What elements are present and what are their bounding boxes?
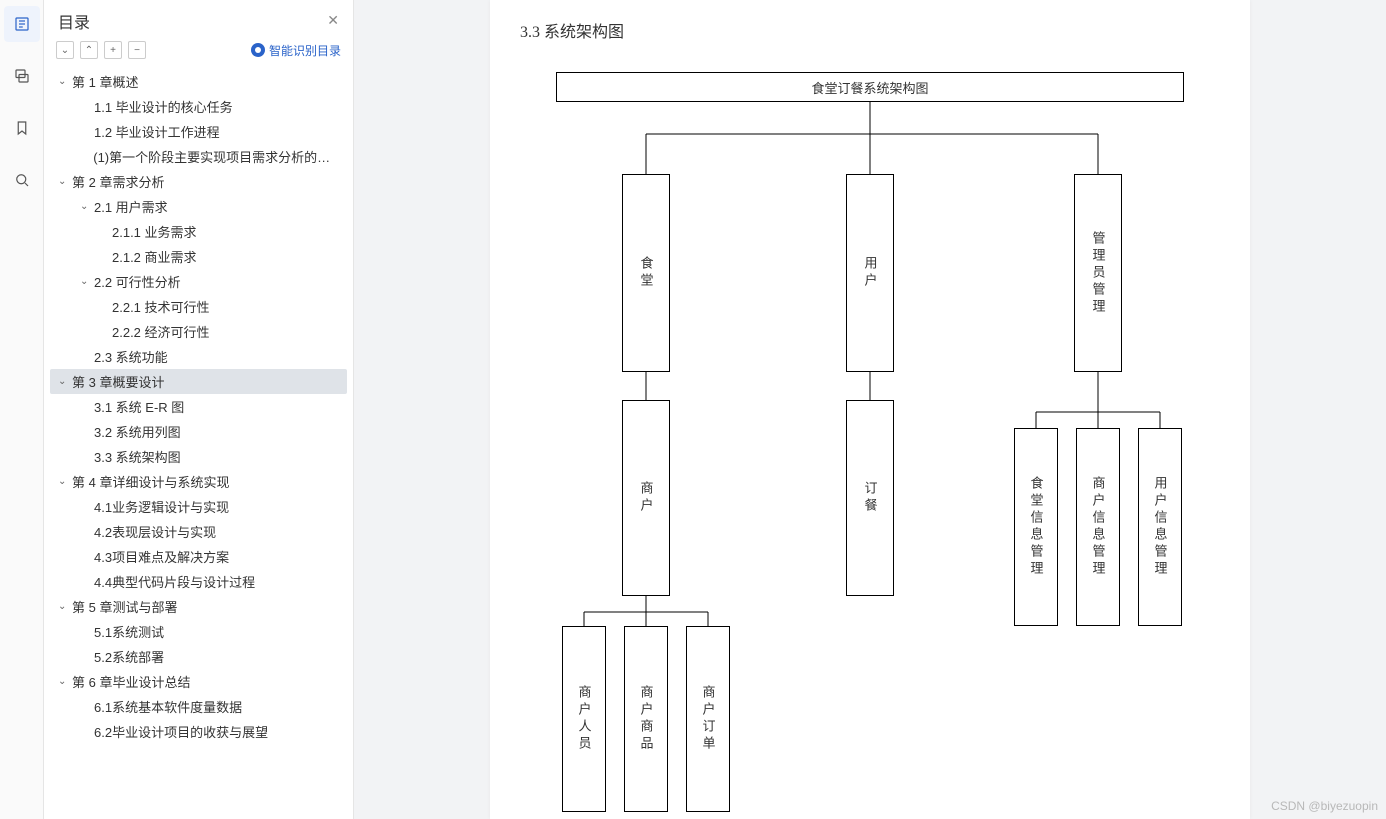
toc-item-label: 4.1业务逻辑设计与实现 (94, 497, 229, 516)
diagram-merchant-leaf-2: 商户商品 (624, 626, 668, 812)
toc-item[interactable]: 3.2 系统用列图 (50, 419, 347, 444)
diagram-admin-leaf-1: 食堂信息管理 (1014, 428, 1058, 626)
tool-rail (0, 0, 44, 819)
diagram-order: 订餐 (846, 400, 894, 596)
diagram-root: 食堂订餐系统架构图 (556, 72, 1184, 102)
toc-item-label: 1.1 毕业设计的核心任务 (94, 97, 233, 116)
toc-item-label: 2.1 用户需求 (94, 197, 168, 216)
toc-item[interactable]: (1)第一个阶段主要实现项目需求分析的编写 ... (50, 144, 347, 169)
document-area[interactable]: 3.3 系统架构图 (354, 0, 1386, 819)
toc-item-label: 2.2.2 经济可行性 (112, 322, 210, 341)
toc-item-label: 2.2.1 技术可行性 (112, 297, 210, 316)
bookmark-icon[interactable] (4, 110, 40, 146)
toc-item-label: 3.1 系统 E-R 图 (94, 397, 184, 416)
toc-item-label: 5.1系统测试 (94, 622, 164, 641)
toc-item[interactable]: ⌄第 2 章需求分析 (50, 169, 347, 194)
diagram-admin: 管理员管理 (1074, 174, 1122, 372)
toc-item-label: 3.2 系统用列图 (94, 422, 181, 441)
chevron-down-icon[interactable]: ⌄ (80, 201, 92, 212)
expand-button[interactable]: + (104, 41, 122, 59)
toc-item[interactable]: 6.2毕业设计项目的收获与展望 (50, 719, 347, 744)
expand-all-button[interactable]: ⌃ (80, 41, 98, 59)
toc-item-label: (1)第一个阶段主要实现项目需求分析的编写 ... (93, 147, 341, 166)
toc-item-label: 2.1.1 业务需求 (112, 222, 197, 241)
toc-item-label: 3.3 系统架构图 (94, 447, 181, 466)
chevron-down-icon[interactable]: ⌄ (58, 376, 70, 387)
toc-item[interactable]: ⌄第 4 章详细设计与系统实现 (50, 469, 347, 494)
collapse-all-button[interactable]: ⌄ (56, 41, 74, 59)
toc-item-label: 4.2表现层设计与实现 (94, 522, 216, 541)
toc-item[interactable]: ⌄第 6 章毕业设计总结 (50, 669, 347, 694)
diagram-canteen: 食堂 (622, 174, 670, 372)
toc-tree[interactable]: ⌄第 1 章概述1.1 毕业设计的核心任务1.2 毕业设计工作进程(1)第一个阶… (44, 67, 353, 819)
diagram-merchant-leaf-1: 商户人员 (562, 626, 606, 812)
ai-icon (251, 43, 265, 57)
toc-item[interactable]: ⌄第 5 章测试与部署 (50, 594, 347, 619)
search-icon[interactable] (4, 162, 40, 198)
toc-item[interactable]: 2.1.1 业务需求 (50, 219, 347, 244)
smart-recognize-link[interactable]: 智能识别目录 (251, 42, 341, 59)
diagram-merchant: 商户 (622, 400, 670, 596)
watermark: CSDN @biyezuopin (1271, 799, 1378, 813)
thumbnails-icon[interactable] (4, 58, 40, 94)
toc-item-label: 第 2 章需求分析 (72, 172, 164, 191)
toc-item-label: 6.2毕业设计项目的收获与展望 (94, 722, 268, 741)
toc-toolbar: ⌄ ⌃ + − 智能识别目录 (44, 37, 353, 67)
outline-icon[interactable] (4, 6, 40, 42)
toc-item[interactable]: 4.3项目难点及解决方案 (50, 544, 347, 569)
toc-panel: 目录 ✕ ⌄ ⌃ + − 智能识别目录 ⌄第 1 章概述1.1 毕业设计的核心任… (44, 0, 354, 819)
toc-item-label: 第 3 章概要设计 (72, 372, 164, 391)
toc-item[interactable]: 3.1 系统 E-R 图 (50, 394, 347, 419)
diagram-user: 用户 (846, 174, 894, 372)
toc-item-label: 第 5 章测试与部署 (72, 597, 177, 616)
toc-item-label: 2.1.2 商业需求 (112, 247, 197, 266)
toc-item[interactable]: 1.1 毕业设计的核心任务 (50, 94, 347, 119)
toc-item[interactable]: ⌄2.2 可行性分析 (50, 269, 347, 294)
toc-item-label: 2.2 可行性分析 (94, 272, 181, 291)
toc-item-label: 第 6 章毕业设计总结 (72, 672, 190, 691)
toc-item[interactable]: 3.3 系统架构图 (50, 444, 347, 469)
architecture-diagram: 食堂订餐系统架构图 食堂 用户 管理员管理 商户 订餐 商户人员 (550, 56, 1190, 816)
toc-item[interactable]: 5.2系统部署 (50, 644, 347, 669)
toc-item-label: 6.1系统基本软件度量数据 (94, 697, 242, 716)
toc-item[interactable]: ⌄第 1 章概述 (50, 69, 347, 94)
toc-item[interactable]: ⌄第 3 章概要设计 (50, 369, 347, 394)
toc-item-label: 第 4 章详细设计与系统实现 (72, 472, 229, 491)
chevron-down-icon[interactable]: ⌄ (58, 601, 70, 612)
toc-item[interactable]: 2.2.2 经济可行性 (50, 319, 347, 344)
toc-item[interactable]: 4.2表现层设计与实现 (50, 519, 347, 544)
close-icon[interactable]: ✕ (323, 8, 343, 33)
chevron-down-icon[interactable]: ⌄ (58, 476, 70, 487)
toc-item[interactable]: 2.3 系统功能 (50, 344, 347, 369)
toc-item-label: 5.2系统部署 (94, 647, 164, 666)
toc-item[interactable]: 4.4典型代码片段与设计过程 (50, 569, 347, 594)
chevron-down-icon[interactable]: ⌄ (58, 76, 70, 87)
collapse-button[interactable]: − (128, 41, 146, 59)
diagram-admin-leaf-2: 商户信息管理 (1076, 428, 1120, 626)
toc-item-label: 1.2 毕业设计工作进程 (94, 122, 220, 141)
section-heading: 3.3 系统架构图 (520, 18, 1220, 42)
toc-item-label: 2.3 系统功能 (94, 347, 168, 366)
chevron-down-icon[interactable]: ⌄ (58, 676, 70, 687)
diagram-admin-leaf-3: 用户信息管理 (1138, 428, 1182, 626)
diagram-merchant-leaf-3: 商户订单 (686, 626, 730, 812)
toc-item-label: 4.4典型代码片段与设计过程 (94, 572, 255, 591)
toc-item[interactable]: 5.1系统测试 (50, 619, 347, 644)
toc-title: 目录 (58, 9, 323, 33)
chevron-down-icon[interactable]: ⌄ (80, 276, 92, 287)
toc-item[interactable]: 2.2.1 技术可行性 (50, 294, 347, 319)
toc-item[interactable]: ⌄2.1 用户需求 (50, 194, 347, 219)
chevron-down-icon[interactable]: ⌄ (58, 176, 70, 187)
toc-item[interactable]: 6.1系统基本软件度量数据 (50, 694, 347, 719)
toc-item[interactable]: 1.2 毕业设计工作进程 (50, 119, 347, 144)
toc-item-label: 4.3项目难点及解决方案 (94, 547, 229, 566)
toc-item[interactable]: 2.1.2 商业需求 (50, 244, 347, 269)
smart-link-label: 智能识别目录 (269, 42, 341, 59)
toc-item[interactable]: 4.1业务逻辑设计与实现 (50, 494, 347, 519)
page: 3.3 系统架构图 (490, 0, 1250, 819)
toc-item-label: 第 1 章概述 (72, 72, 138, 91)
